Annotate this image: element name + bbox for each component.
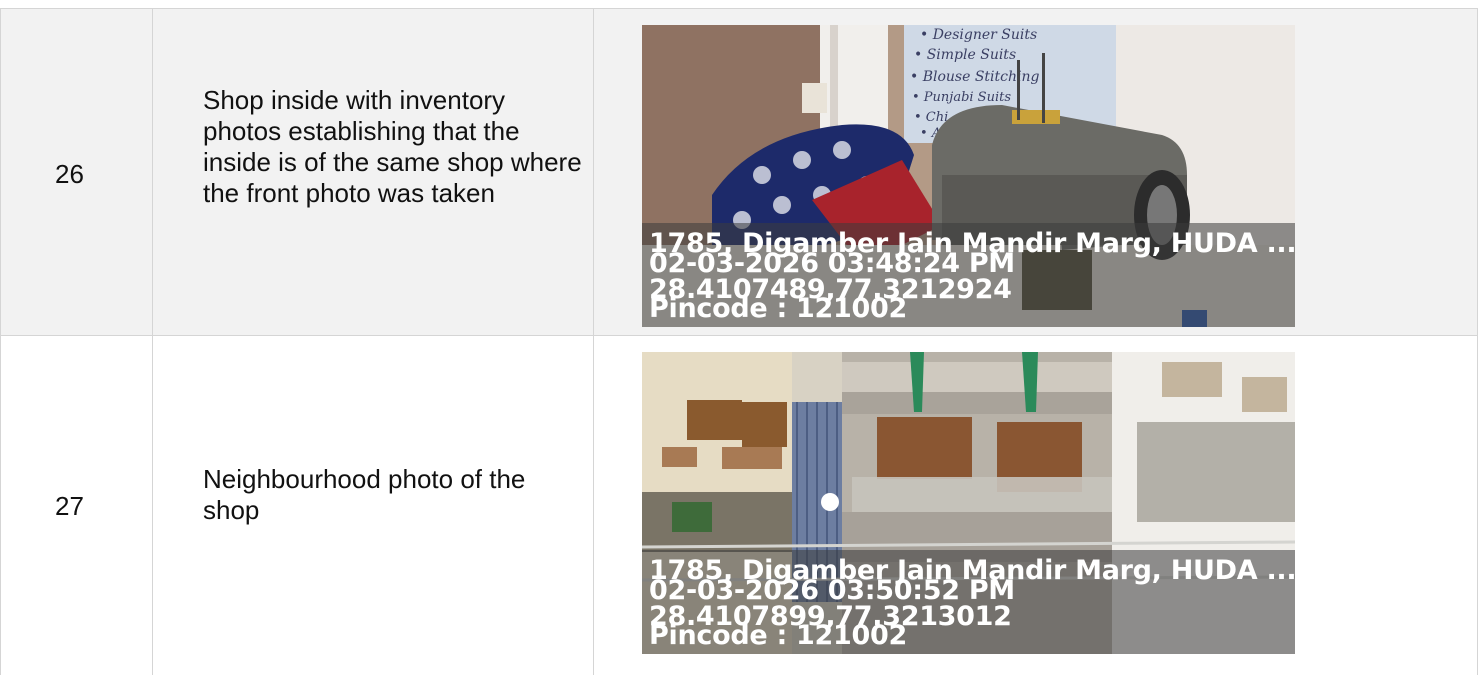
serial-number: 26 (55, 159, 84, 189)
board-line-4: • Punjabi Suits (912, 90, 1011, 105)
stamp-datetime: 02-03-2026 03:50:52 PM (649, 575, 1015, 606)
serial-number-cell: 27 (1, 336, 153, 675)
description-text: Neighbourhood photo of the shop (203, 464, 526, 525)
stamp-pincode: Pincode : 121002 (649, 293, 907, 324)
photo-cell: • Designer Suits • Simple Suits • Blouse… (594, 9, 1477, 335)
stamp-pincode: Pincode : 121002 (649, 620, 907, 651)
board-line-3: • Blouse Stitching (910, 69, 1040, 85)
stamp-datetime: 02-03-2026 03:48:24 PM (649, 248, 1015, 279)
table-row: 26 Shop inside with inventory photos est… (0, 8, 1478, 336)
board-line-2: • Simple Suits (914, 47, 1016, 63)
serial-number-cell: 26 (1, 9, 153, 335)
photo-cell: 1785, Digamber Jain Mandir Marg, HUDA ..… (594, 336, 1477, 675)
description-cell: Shop inside with inventory photos establ… (153, 9, 594, 335)
photo-geo-stamp: 1785, Digamber Jain Mandir Marg, HUDA ..… (642, 550, 1295, 654)
description-text: Shop inside with inventory photos establ… (203, 85, 582, 208)
board-line-5: • Chi (914, 110, 948, 125)
description-cell: Neighbourhood photo of the shop (153, 336, 594, 675)
board-line-1: • Designer Suits (920, 27, 1037, 43)
shop-inside-photo[interactable]: • Designer Suits • Simple Suits • Blouse… (642, 25, 1295, 327)
serial-number: 27 (55, 491, 84, 521)
photo-geo-stamp: 1785, Digamber Jain Mandir Marg, HUDA ..… (642, 223, 1295, 327)
table-row: 27 Neighbourhood photo of the shop 1785,… (0, 335, 1478, 675)
neighbourhood-photo[interactable]: 1785, Digamber Jain Mandir Marg, HUDA ..… (642, 352, 1295, 654)
